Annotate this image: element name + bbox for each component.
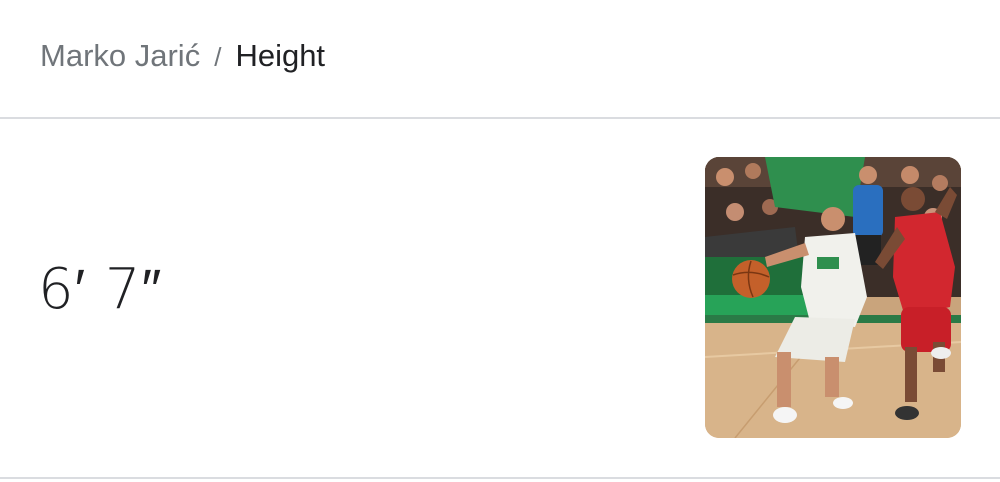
height-answer: 6′ 7″ [38,257,163,322]
bottom-divider [0,477,1000,479]
card-header: Marko Jarić / Height [0,0,1000,119]
breadcrumb-attribute: Height [235,38,326,73]
basketball-player-photo [705,157,961,438]
player-photo-thumbnail[interactable] [705,157,961,438]
breadcrumb: Marko Jarić / Height [40,37,325,76]
knowledge-answer-card: Marko Jarić / Height 6′ 7″ [0,0,1000,482]
breadcrumb-entity-link[interactable]: Marko Jarić [40,38,200,73]
breadcrumb-separator: / [214,42,222,72]
